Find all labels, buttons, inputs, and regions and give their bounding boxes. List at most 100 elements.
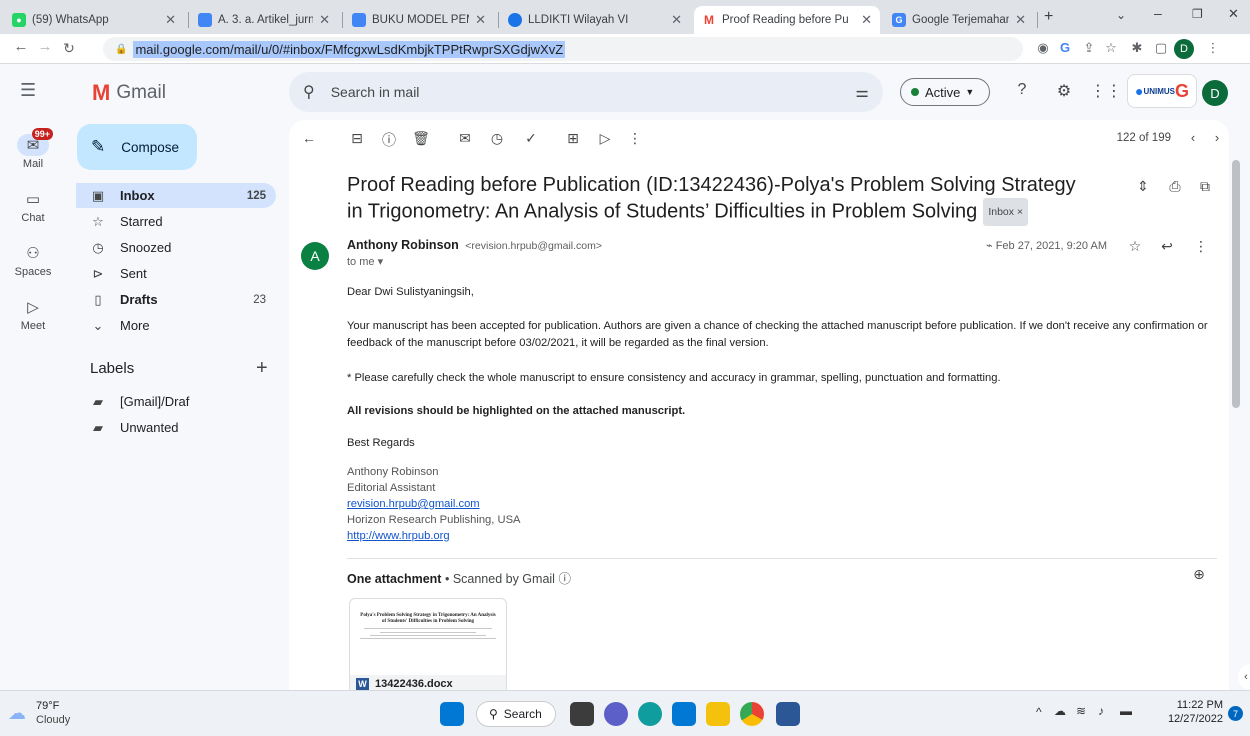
signature-email-link[interactable]: revision.hrpub@gmail.com	[347, 498, 480, 510]
share-icon[interactable]: ⇪	[1080, 40, 1098, 56]
status-dropdown[interactable]: Active ▼	[900, 78, 990, 106]
move-to-icon[interactable]: ⊞	[563, 130, 583, 147]
inbox-label-chip[interactable]: Inbox ×	[983, 198, 1029, 226]
rail-chat[interactable]: ▭ Chat	[0, 188, 66, 224]
label-gmail-draf[interactable]: ▰ [Gmail]/Draf	[76, 389, 276, 414]
signature-url-link[interactable]: http://www.hrpub.org	[347, 530, 450, 542]
settings-gear-icon[interactable]: ⚙	[1054, 81, 1074, 101]
compose-button[interactable]: ✎ Compose	[77, 124, 197, 170]
profile-avatar[interactable]: D	[1174, 39, 1194, 59]
teams-chat-icon[interactable]	[604, 702, 628, 726]
nav-snoozed[interactable]: ◷ Snoozed	[76, 235, 276, 260]
close-tab-icon[interactable]: ✕	[165, 12, 176, 28]
close-tab-icon[interactable]: ✕	[319, 12, 330, 28]
add-to-drive-icon[interactable]: ⊕	[1189, 566, 1209, 583]
expand-all-icon[interactable]: ⇕	[1133, 178, 1153, 195]
tab-proof-reading[interactable]: M Proof Reading before Pu ✕	[694, 6, 880, 34]
account-avatar[interactable]: D	[1202, 80, 1228, 106]
clock-time[interactable]: 11:22 PM	[1168, 699, 1223, 711]
battery-icon[interactable]: ▬	[1120, 704, 1132, 718]
new-tab-icon[interactable]: +	[1044, 8, 1053, 26]
archive-icon[interactable]: ⊟	[347, 130, 367, 147]
account-org-logo[interactable]: ● UNIMUS G	[1127, 74, 1197, 108]
report-spam-icon[interactable]: ⓘ	[379, 130, 399, 150]
edge-icon[interactable]	[638, 702, 662, 726]
file-explorer-icon[interactable]	[706, 702, 730, 726]
back-icon[interactable]: ←	[10, 38, 32, 55]
notification-badge[interactable]: 7	[1228, 706, 1243, 721]
tray-overflow-icon[interactable]: ^	[1036, 705, 1042, 719]
url-field[interactable]: 🔒 mail.google.com/mail/u/0/#inbox/FMfcgx…	[103, 37, 1023, 61]
close-tab-icon[interactable]: ✕	[671, 12, 682, 28]
label-unwanted[interactable]: ▰ Unwanted	[76, 415, 276, 440]
print-icon[interactable]: ⎙	[1165, 178, 1185, 195]
nav-sent[interactable]: ⊳ Sent	[76, 261, 276, 286]
extensions-icon[interactable]: ✱	[1128, 40, 1146, 56]
close-window-icon[interactable]: ✕	[1228, 6, 1239, 22]
snooze-icon[interactable]: ◷	[487, 130, 507, 147]
sidepanel-icon[interactable]: ▢	[1152, 40, 1170, 56]
back-to-inbox-icon[interactable]: ←	[299, 130, 319, 146]
newer-icon[interactable]: ‹	[1183, 130, 1203, 145]
label-icon[interactable]: ▷	[595, 130, 615, 147]
gmail-logo[interactable]: M Gmail	[92, 80, 166, 106]
info-icon[interactable]: ⓘ	[558, 572, 571, 586]
sender-name[interactable]: Anthony Robinson	[347, 238, 459, 252]
google-translate-ext-icon[interactable]: G	[1056, 40, 1074, 55]
attachment-thumbnail[interactable]: Polya's Problem Solving Strategy in Trig…	[349, 598, 507, 690]
add-label-icon[interactable]: +	[256, 357, 268, 380]
rail-spaces[interactable]: ⚇ Spaces	[0, 242, 66, 278]
delete-icon[interactable]: 🗑	[411, 130, 431, 147]
bookmark-star-icon[interactable]: ☆	[1102, 40, 1120, 56]
task-view-icon[interactable]	[570, 702, 594, 726]
dropdown-arrow-icon: ▼	[965, 87, 975, 97]
weather-temp[interactable]: 79°F	[36, 700, 59, 712]
volume-icon[interactable]: ♪	[1098, 704, 1104, 718]
browser-menu-icon[interactable]: ⋮	[1204, 40, 1222, 56]
clock-date[interactable]: 12/27/2022	[1158, 713, 1223, 725]
word-icon[interactable]	[776, 702, 800, 726]
minimize-icon[interactable]: –	[1154, 5, 1162, 21]
older-icon[interactable]: ›	[1207, 130, 1227, 145]
tab-artikel-jurnal[interactable]: A. 3. a. Artikel_jurnal Inte ✕	[190, 6, 338, 34]
scrollbar-thumb[interactable]	[1232, 160, 1240, 408]
onedrive-icon[interactable]: ☁	[1054, 704, 1066, 718]
nav-drafts[interactable]: ▯ Drafts 23	[76, 287, 276, 312]
tab-whatsapp[interactable]: ● (59) WhatsApp ✕	[4, 6, 184, 34]
view-icon[interactable]: ◉	[1034, 40, 1052, 56]
nav-inbox[interactable]: ▣ Inbox 125	[76, 183, 276, 208]
close-tab-icon[interactable]: ✕	[861, 12, 872, 28]
tab-buku-model[interactable]: BUKU MODEL PEMBELA ✕	[344, 6, 494, 34]
tab-lldikti[interactable]: LLDIKTI Wilayah VI ✕	[500, 6, 690, 34]
star-message-icon[interactable]: ☆	[1125, 238, 1145, 255]
search-bar[interactable]: ⚲ Search in mail ⚌	[289, 72, 883, 112]
nav-starred[interactable]: ☆ Starred	[76, 209, 276, 234]
message-more-icon[interactable]: ⋮	[1191, 238, 1211, 255]
nav-more[interactable]: ⌄ More	[76, 313, 276, 338]
tab-google-terjemahan[interactable]: G Google Terjemahan ✕	[884, 6, 1034, 34]
restore-icon[interactable]: ❐	[1192, 7, 1203, 21]
rail-mail[interactable]: ✉ 99+ Mail	[0, 128, 66, 170]
search-options-icon[interactable]: ⚌	[856, 83, 869, 101]
close-tab-icon[interactable]: ✕	[1015, 12, 1026, 28]
forward-icon[interactable]: →	[34, 38, 56, 55]
apps-grid-icon[interactable]: ⋮⋮	[1090, 81, 1122, 101]
rail-meet[interactable]: ▷ Meet	[0, 296, 66, 332]
recipient-toggle[interactable]: to me ▾	[347, 255, 383, 268]
taskbar-search[interactable]: ⚲ Search	[476, 701, 556, 727]
reply-icon[interactable]: ↩	[1157, 238, 1177, 255]
side-panel-toggle-icon[interactable]: ‹	[1238, 664, 1250, 690]
help-icon[interactable]: ?	[1012, 81, 1032, 99]
reload-icon[interactable]: ↻	[58, 40, 80, 57]
weather-desc[interactable]: Cloudy	[36, 714, 70, 726]
store-icon[interactable]	[672, 702, 696, 726]
wifi-icon[interactable]: ≋	[1076, 704, 1086, 718]
close-tab-icon[interactable]: ✕	[475, 12, 486, 28]
windows-start-icon[interactable]	[440, 702, 464, 726]
mark-unread-icon[interactable]: ✉	[455, 130, 475, 147]
add-task-icon[interactable]: ✓	[521, 130, 541, 147]
tab-search-chevron-icon[interactable]: ⌄	[1116, 8, 1126, 22]
more-options-icon[interactable]: ⋮	[625, 130, 645, 147]
chrome-icon[interactable]	[740, 702, 764, 726]
open-new-window-icon[interactable]: ⧉	[1195, 178, 1215, 195]
